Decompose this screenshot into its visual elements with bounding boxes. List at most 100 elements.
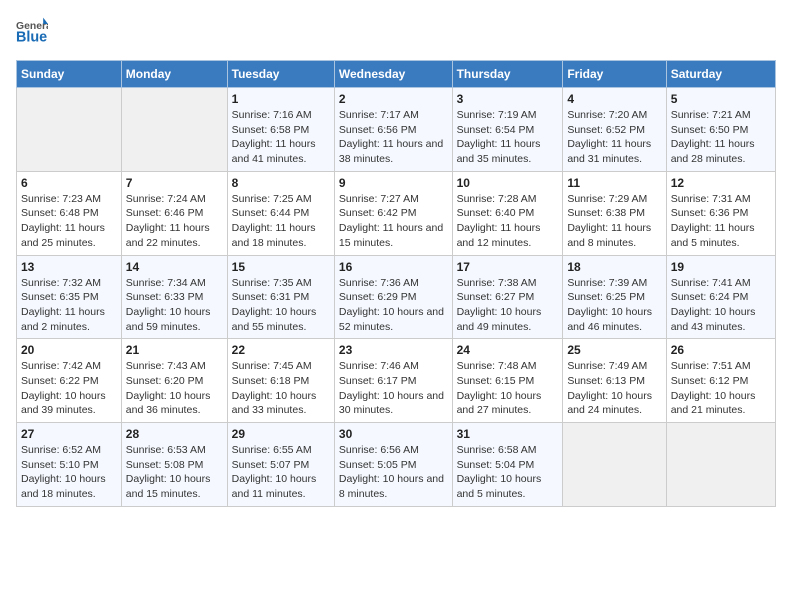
calendar-cell: 13 Sunrise: 7:32 AM Sunset: 6:35 PM Dayli… [17, 255, 122, 339]
day-number: 30 [339, 427, 448, 441]
week-row-4: 20 Sunrise: 7:42 AM Sunset: 6:22 PM Dayli… [17, 339, 776, 423]
day-number: 24 [457, 343, 559, 357]
day-number: 27 [21, 427, 117, 441]
calendar-cell: 1 Sunrise: 7:16 AM Sunset: 6:58 PM Daylig… [227, 88, 334, 172]
day-number: 21 [126, 343, 223, 357]
day-header-wednesday: Wednesday [334, 61, 452, 88]
calendar-cell: 19Sunrise: 7:41 AM Sunset: 6:24 PM Dayli… [666, 255, 775, 339]
day-info: Sunrise: 7:20 AM Sunset: 6:52 PM Dayligh… [567, 108, 661, 167]
day-info: Sunrise: 7:23 AM Sunset: 6:48 PM Dayligh… [21, 192, 117, 251]
day-header-sunday: Sunday [17, 61, 122, 88]
calendar-cell: 6 Sunrise: 7:23 AM Sunset: 6:48 PM Daylig… [17, 171, 122, 255]
day-info: Sunrise: 7:31 AM Sunset: 6:36 PM Dayligh… [671, 192, 771, 251]
day-number: 4 [567, 92, 661, 106]
day-number: 25 [567, 343, 661, 357]
calendar-cell [121, 88, 227, 172]
calendar-cell: 3 Sunrise: 7:19 AM Sunset: 6:54 PM Daylig… [452, 88, 563, 172]
day-number: 5 [671, 92, 771, 106]
day-number: 8 [232, 176, 330, 190]
calendar-cell: 2 Sunrise: 7:17 AM Sunset: 6:56 PM Daylig… [334, 88, 452, 172]
day-info: Sunrise: 7:36 AM Sunset: 6:29 PM Dayligh… [339, 276, 448, 335]
day-info: Sunrise: 7:27 AM Sunset: 6:42 PM Dayligh… [339, 192, 448, 251]
day-info: Sunrise: 7:21 AM Sunset: 6:50 PM Dayligh… [671, 108, 771, 167]
day-number: 18 [567, 260, 661, 274]
calendar-cell: 24 Sunrise: 7:48 AM Sunset: 6:15 PM Dayli… [452, 339, 563, 423]
week-row-5: 27 Sunrise: 6:52 AM Sunset: 5:10 PM Dayli… [17, 423, 776, 507]
day-info: Sunrise: 6:52 AM Sunset: 5:10 PM Dayligh… [21, 443, 117, 502]
calendar-cell: 11 Sunrise: 7:29 AM Sunset: 6:38 PM Dayli… [563, 171, 666, 255]
day-info: Sunrise: 7:49 AM Sunset: 6:13 PM Dayligh… [567, 359, 661, 418]
day-info: Sunrise: 7:25 AM Sunset: 6:44 PM Dayligh… [232, 192, 330, 251]
day-info: Sunrise: 7:28 AM Sunset: 6:40 PM Dayligh… [457, 192, 559, 251]
day-number: 10 [457, 176, 559, 190]
calendar-cell: 9Sunrise: 7:27 AM Sunset: 6:42 PM Daylig… [334, 171, 452, 255]
logo: General Blue [16, 16, 48, 48]
day-info: Sunrise: 7:45 AM Sunset: 6:18 PM Dayligh… [232, 359, 330, 418]
day-number: 15 [232, 260, 330, 274]
day-info: Sunrise: 6:58 AM Sunset: 5:04 PM Dayligh… [457, 443, 559, 502]
day-info: Sunrise: 7:41 AM Sunset: 6:24 PM Dayligh… [671, 276, 771, 335]
calendar-cell: 31 Sunrise: 6:58 AM Sunset: 5:04 PM Dayli… [452, 423, 563, 507]
day-info: Sunrise: 7:32 AM Sunset: 6:35 PM Dayligh… [21, 276, 117, 335]
calendar-cell [666, 423, 775, 507]
calendar-cell: 29 Sunrise: 6:55 AM Sunset: 5:07 PM Dayli… [227, 423, 334, 507]
day-info: Sunrise: 7:42 AM Sunset: 6:22 PM Dayligh… [21, 359, 117, 418]
calendar-cell: 8 Sunrise: 7:25 AM Sunset: 6:44 PM Daylig… [227, 171, 334, 255]
day-info: Sunrise: 7:17 AM Sunset: 6:56 PM Dayligh… [339, 108, 448, 167]
calendar-cell: 12 Sunrise: 7:31 AM Sunset: 6:36 PM Dayli… [666, 171, 775, 255]
day-info: Sunrise: 7:39 AM Sunset: 6:25 PM Dayligh… [567, 276, 661, 335]
day-number: 2 [339, 92, 448, 106]
day-number: 13 [21, 260, 117, 274]
calendar-cell: 30Sunrise: 6:56 AM Sunset: 5:05 PM Dayli… [334, 423, 452, 507]
day-number: 20 [21, 343, 117, 357]
day-info: Sunrise: 7:24 AM Sunset: 6:46 PM Dayligh… [126, 192, 223, 251]
day-info: Sunrise: 7:48 AM Sunset: 6:15 PM Dayligh… [457, 359, 559, 418]
day-info: Sunrise: 6:53 AM Sunset: 5:08 PM Dayligh… [126, 443, 223, 502]
day-number: 28 [126, 427, 223, 441]
page-header: General Blue [16, 16, 776, 48]
calendar-cell: 21 Sunrise: 7:43 AM Sunset: 6:20 PM Dayli… [121, 339, 227, 423]
calendar-cell: 18 Sunrise: 7:39 AM Sunset: 6:25 PM Dayli… [563, 255, 666, 339]
day-header-tuesday: Tuesday [227, 61, 334, 88]
calendar-cell: 7 Sunrise: 7:24 AM Sunset: 6:46 PM Daylig… [121, 171, 227, 255]
calendar-cell [563, 423, 666, 507]
day-number: 7 [126, 176, 223, 190]
day-info: Sunrise: 7:35 AM Sunset: 6:31 PM Dayligh… [232, 276, 330, 335]
calendar-cell: 16 Sunrise: 7:36 AM Sunset: 6:29 PM Dayli… [334, 255, 452, 339]
week-row-3: 13 Sunrise: 7:32 AM Sunset: 6:35 PM Dayli… [17, 255, 776, 339]
day-number: 6 [21, 176, 117, 190]
day-number: 16 [339, 260, 448, 274]
day-number: 31 [457, 427, 559, 441]
calendar-cell: 4 Sunrise: 7:20 AM Sunset: 6:52 PM Daylig… [563, 88, 666, 172]
day-number: 12 [671, 176, 771, 190]
day-number: 22 [232, 343, 330, 357]
day-info: Sunrise: 7:43 AM Sunset: 6:20 PM Dayligh… [126, 359, 223, 418]
day-number: 11 [567, 176, 661, 190]
logo-icon: General Blue [16, 16, 48, 48]
day-info: Sunrise: 6:55 AM Sunset: 5:07 PM Dayligh… [232, 443, 330, 502]
calendar-cell: 10 Sunrise: 7:28 AM Sunset: 6:40 PM Dayli… [452, 171, 563, 255]
calendar-cell: 26 Sunrise: 7:51 AM Sunset: 6:12 PM Dayli… [666, 339, 775, 423]
calendar-table: SundayMondayTuesdayWednesdayThursdayFrid… [16, 60, 776, 507]
calendar-cell: 20 Sunrise: 7:42 AM Sunset: 6:22 PM Dayli… [17, 339, 122, 423]
day-header-saturday: Saturday [666, 61, 775, 88]
day-number: 29 [232, 427, 330, 441]
day-info: Sunrise: 7:16 AM Sunset: 6:58 PM Dayligh… [232, 108, 330, 167]
calendar-cell: 28 Sunrise: 6:53 AM Sunset: 5:08 PM Dayli… [121, 423, 227, 507]
calendar-cell: 23Sunrise: 7:46 AM Sunset: 6:17 PM Dayli… [334, 339, 452, 423]
day-header-monday: Monday [121, 61, 227, 88]
day-number: 23 [339, 343, 448, 357]
day-number: 26 [671, 343, 771, 357]
day-header-friday: Friday [563, 61, 666, 88]
calendar-cell: 5 Sunrise: 7:21 AM Sunset: 6:50 PM Daylig… [666, 88, 775, 172]
day-number: 3 [457, 92, 559, 106]
day-number: 14 [126, 260, 223, 274]
day-header-thursday: Thursday [452, 61, 563, 88]
day-info: Sunrise: 7:51 AM Sunset: 6:12 PM Dayligh… [671, 359, 771, 418]
day-info: Sunrise: 7:19 AM Sunset: 6:54 PM Dayligh… [457, 108, 559, 167]
calendar-cell: 15 Sunrise: 7:35 AM Sunset: 6:31 PM Dayli… [227, 255, 334, 339]
day-info: Sunrise: 7:29 AM Sunset: 6:38 PM Dayligh… [567, 192, 661, 251]
calendar-cell [17, 88, 122, 172]
calendar-cell: 17Sunrise: 7:38 AM Sunset: 6:27 PM Dayli… [452, 255, 563, 339]
day-number: 1 [232, 92, 330, 106]
